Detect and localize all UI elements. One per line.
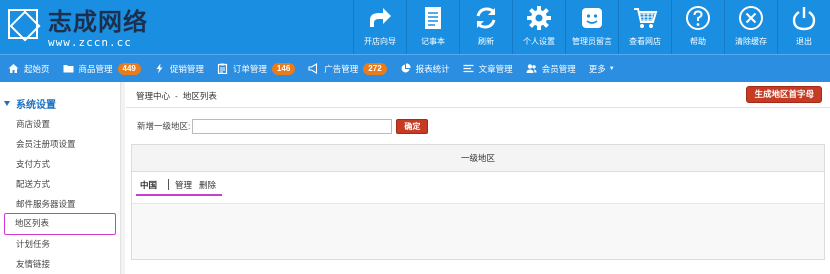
tool-help[interactable]: 帮助 xyxy=(671,0,724,54)
smiley-message-icon xyxy=(579,5,605,31)
region-name: 中国 xyxy=(140,180,158,190)
nav-item-promotions[interactable]: 促销管理 xyxy=(154,55,204,83)
nav-item-label: 会员管理 xyxy=(541,63,576,74)
top-header: 志成网络 www.zccn.cc 开店向导 记事本 刷新 个人设置 管理员留言 … xyxy=(0,0,830,54)
table-row: 中国 管理 删除 xyxy=(132,172,824,202)
power-icon xyxy=(791,5,817,31)
row-separator xyxy=(168,179,169,190)
tool-admin-message[interactable]: 管理员留言 xyxy=(565,0,618,54)
sidebar-item-shop-settings[interactable]: 商店设置 xyxy=(0,114,121,134)
logo: 志成网络 www.zccn.cc xyxy=(8,7,168,49)
nav-item-label: 订单管理 xyxy=(232,63,267,74)
table-empty-area xyxy=(132,203,824,259)
nav-item-label: 促销管理 xyxy=(169,63,204,74)
sidebar-item-region-list[interactable]: 地区列表 xyxy=(4,213,116,235)
count-badge: 146 xyxy=(271,62,296,75)
tool-label: 清除缓存 xyxy=(735,37,767,46)
region-table: 一级地区 中国 管理 删除 xyxy=(131,144,825,260)
sidebar-item-member-registration[interactable]: 会员注册项设置 xyxy=(0,134,121,154)
highlight-underline xyxy=(136,194,222,196)
nav-item-articles[interactable]: 文章管理 xyxy=(463,55,513,83)
main-nav: 起始页 商品管理 449 促销管理 订单管理 146 广告管理 272 报表统计… xyxy=(0,54,830,82)
share-arrow-icon xyxy=(367,5,393,31)
nav-item-members[interactable]: 会员管理 xyxy=(526,55,576,83)
add-region-input[interactable] xyxy=(192,118,393,134)
tool-view-shop[interactable]: 查看网店 xyxy=(618,0,671,54)
table-header: 一级地区 xyxy=(132,145,824,172)
tool-label: 开店向导 xyxy=(364,37,396,46)
add-region-form: 新增一级地区: 确定 xyxy=(137,118,429,134)
tool-label: 刷新 xyxy=(478,37,494,46)
sidebar: 系统设置 商店设置 会员注册项设置 支付方式 配送方式 邮件服务器设置 地区列表… xyxy=(0,82,121,274)
sidebar-heading[interactable]: 系统设置 xyxy=(4,97,56,111)
breadcrumb-current: 地区列表 xyxy=(182,91,217,101)
megaphone-icon xyxy=(308,63,319,74)
sidebar-heading-label: 系统设置 xyxy=(16,99,56,111)
caret-down-icon xyxy=(4,100,10,106)
nav-item-reports[interactable]: 报表统计 xyxy=(400,55,450,83)
sidebar-divider xyxy=(121,82,125,274)
logo-mark-icon xyxy=(8,9,38,39)
folder-icon xyxy=(63,63,74,74)
count-badge: 272 xyxy=(363,62,387,75)
delete-link[interactable]: 删除 xyxy=(199,179,216,191)
breadcrumb-separator: - xyxy=(175,91,178,101)
users-icon xyxy=(526,63,537,74)
brand-url: www.zccn.cc xyxy=(48,36,132,49)
nav-item-label: 文章管理 xyxy=(478,63,513,74)
sidebar-item-friend-links[interactable]: 友情链接 xyxy=(0,254,121,274)
sidebar-list: 商店设置 会员注册项设置 支付方式 配送方式 邮件服务器设置 地区列表 计划任务… xyxy=(0,114,121,274)
cart-icon xyxy=(632,5,658,31)
refresh-icon xyxy=(473,5,499,31)
help-icon xyxy=(685,5,711,31)
header-toolbar: 开店向导 记事本 刷新 个人设置 管理员留言 查看网店 帮助 清除缓存 退出 xyxy=(353,0,830,54)
clipboard-icon xyxy=(217,63,228,74)
nav-item-ads[interactable]: 广告管理 272 xyxy=(308,55,387,83)
breadcrumb: 管理中心 - 地区列表 xyxy=(136,90,217,102)
tool-label: 记事本 xyxy=(421,37,445,46)
add-region-label: 新增一级地区: xyxy=(137,121,191,131)
confirm-button[interactable]: 确定 xyxy=(396,118,429,134)
tool-label: 退出 xyxy=(796,37,812,46)
lightning-icon xyxy=(154,63,165,74)
chevron-down-icon: ▼ xyxy=(608,65,615,72)
breadcrumb-bar: 管理中心 - 地区列表 生成地区首字母 xyxy=(126,82,830,108)
tool-label: 查看网店 xyxy=(629,37,661,46)
nav-item-label: 报表统计 xyxy=(415,63,450,74)
nav-item-label: 广告管理 xyxy=(324,63,359,74)
notepad-icon xyxy=(420,5,446,31)
tool-label: 个人设置 xyxy=(523,37,555,46)
breadcrumb-root[interactable]: 管理中心 xyxy=(136,91,170,101)
tool-notepad[interactable]: 记事本 xyxy=(406,0,459,54)
tool-personal-settings[interactable]: 个人设置 xyxy=(512,0,565,54)
list-icon xyxy=(463,63,474,74)
generate-initials-button[interactable]: 生成地区首字母 xyxy=(746,86,822,103)
sidebar-item-scheduled-tasks[interactable]: 计划任务 xyxy=(0,234,121,254)
tool-refresh[interactable]: 刷新 xyxy=(459,0,512,54)
nav-item-label: 商品管理 xyxy=(78,63,113,74)
nav-item-products[interactable]: 商品管理 449 xyxy=(63,55,141,83)
tool-label: 管理员留言 xyxy=(572,37,612,46)
brand-title: 志成网络 xyxy=(48,7,148,36)
tool-clear-cache[interactable]: 清除缓存 xyxy=(724,0,777,54)
close-circle-icon xyxy=(738,5,764,31)
gear-icon xyxy=(526,5,552,31)
nav-item-more[interactable]: 更多 ▼ xyxy=(589,55,615,83)
nav-item-label: 更多 xyxy=(588,63,606,74)
sidebar-item-payment[interactable]: 支付方式 xyxy=(0,154,121,174)
tool-logout[interactable]: 退出 xyxy=(777,0,830,54)
tool-label: 帮助 xyxy=(690,37,706,46)
nav-item-home[interactable]: 起始页 xyxy=(8,55,50,83)
count-badge: 449 xyxy=(117,62,141,75)
nav-item-orders[interactable]: 订单管理 146 xyxy=(217,55,296,83)
tool-open-guide[interactable]: 开店向导 xyxy=(353,0,406,54)
nav-item-label: 起始页 xyxy=(24,63,50,74)
sidebar-item-mail-server[interactable]: 邮件服务器设置 xyxy=(0,194,121,214)
manage-link[interactable]: 管理 xyxy=(175,179,192,191)
pie-chart-icon xyxy=(400,63,411,74)
sidebar-item-shipping[interactable]: 配送方式 xyxy=(0,174,121,194)
home-icon xyxy=(8,63,19,74)
